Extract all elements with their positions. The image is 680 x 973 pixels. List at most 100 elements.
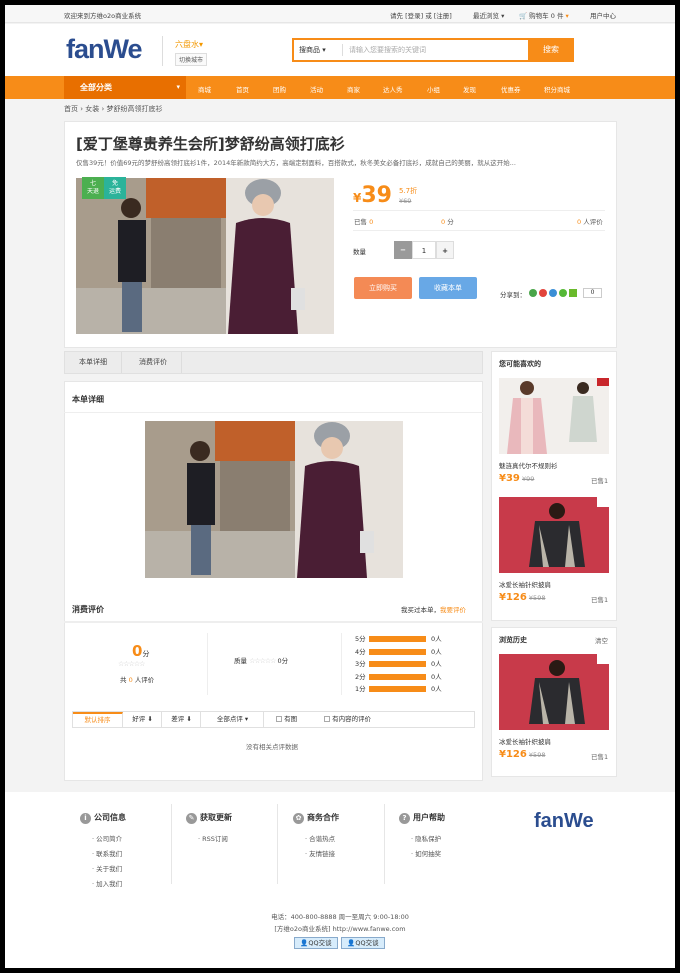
sort-positive-label: 好评 bbox=[132, 715, 146, 723]
switch-city-button[interactable]: 切换城市 bbox=[175, 53, 208, 66]
rating-score: 0 分 bbox=[441, 216, 454, 226]
top-bar: 欢迎来到方维o2o商业系统 请先 [登录] 或 [注册] 最近浏览 ▾ 🛒 购物… bbox=[5, 5, 675, 23]
total-count: 0 bbox=[128, 676, 133, 684]
reviews-title: 消费评价 bbox=[72, 605, 104, 614]
buy-now-button[interactable]: 立即购买 bbox=[354, 277, 412, 299]
history-item-image[interactable] bbox=[499, 654, 609, 730]
checkbox[interactable] bbox=[276, 716, 282, 722]
quantity-input[interactable]: 1 bbox=[412, 241, 436, 259]
footer-link[interactable]: · 如何抽奖 bbox=[411, 848, 499, 858]
footer-link[interactable]: · RSS订阅 bbox=[198, 833, 286, 843]
footer-col-help: ? 用户帮助 · 隐私保护 · 如何抽奖 bbox=[399, 812, 499, 863]
current-city[interactable]: 六盘水▾ bbox=[175, 39, 203, 50]
details-title: 本单详细 bbox=[72, 395, 104, 404]
share-icon-wechat[interactable] bbox=[559, 289, 567, 297]
rating-row-label: 2分 bbox=[355, 672, 366, 681]
recent-views-menu[interactable]: 最近浏览 ▾ bbox=[473, 10, 504, 20]
recommend-item-image[interactable] bbox=[499, 378, 609, 454]
qq-chat-button[interactable]: 👤QQ交谈 bbox=[341, 937, 385, 949]
search-input[interactable]: 请输入您要搜索的关键词 bbox=[349, 45, 426, 55]
recommend-item-name[interactable]: 冰爱长袖针织披肩 bbox=[499, 579, 551, 589]
footer-link[interactable]: · 合谐热点 bbox=[305, 833, 393, 843]
page: 欢迎来到方维o2o商业系统 请先 [登录] 或 [注册] 最近浏览 ▾ 🛒 购物… bbox=[5, 5, 675, 968]
nav-item-groups[interactable]: 小组 bbox=[427, 84, 440, 94]
breadcrumb-category[interactable]: 女装 bbox=[85, 105, 99, 113]
tab-details[interactable]: 本单详细 bbox=[65, 352, 122, 373]
nav-item-home[interactable]: 首页 bbox=[236, 84, 249, 94]
history-title: 浏览历史 bbox=[499, 636, 527, 644]
nav-item-coupons[interactable]: 优惠券 bbox=[501, 84, 521, 94]
divider bbox=[207, 633, 208, 695]
breadcrumb-home[interactable]: 首页 bbox=[64, 105, 78, 113]
search-button[interactable]: 搜索 bbox=[528, 38, 574, 62]
nav-item-mall[interactable]: 商城 bbox=[198, 84, 211, 94]
favorite-button[interactable]: 收藏本单 bbox=[419, 277, 477, 299]
share-icons bbox=[528, 288, 580, 298]
search-category-select[interactable]: 搜商品 ▾ bbox=[299, 45, 326, 55]
recommend-item-price: ¥39 ¥99 bbox=[499, 473, 534, 484]
sold-label: 已售 bbox=[354, 218, 367, 226]
no-reviews-message: 没有相关点评数据 bbox=[246, 743, 298, 751]
clear-history-button[interactable]: 清空 bbox=[595, 635, 608, 645]
review-count-label: 人评价 bbox=[583, 218, 603, 226]
nav-item-stores[interactable]: 商家 bbox=[347, 84, 360, 94]
recommend-item-name[interactable]: 魅涟真代尔不规则衫 bbox=[499, 460, 558, 470]
nav-item-points-mall[interactable]: 积分商城 bbox=[544, 84, 570, 94]
nav-item-group[interactable]: 团购 bbox=[273, 84, 286, 94]
footer-logo: fanWe bbox=[534, 810, 594, 832]
qq-chat-label: QQ交谈 bbox=[355, 939, 379, 947]
footer-link[interactable]: · 关于我们 bbox=[92, 863, 180, 873]
review-count[interactable]: 0 人评价 bbox=[577, 216, 603, 226]
cart-link[interactable]: 🛒 购物车 0 件 ▾ bbox=[519, 10, 569, 20]
nav-item-show[interactable]: 达人秀 bbox=[383, 84, 403, 94]
rating-bar bbox=[369, 648, 426, 655]
footer-link-text: 加入我们 bbox=[96, 880, 123, 888]
help-icon: ? bbox=[399, 813, 410, 824]
recommend-title: 您可能喜欢的 bbox=[499, 360, 541, 368]
filter-with-content[interactable]: 有内容的评价 bbox=[324, 712, 394, 727]
tab-reviews[interactable]: 消费评价 bbox=[125, 352, 182, 373]
sort-positive[interactable]: 好评 ⬇ bbox=[124, 712, 162, 727]
decrease-button[interactable]: − bbox=[394, 241, 412, 259]
login-register-link[interactable]: 请先 [登录] 或 [注册] bbox=[390, 10, 452, 20]
footer-link[interactable]: · 联系我们 bbox=[92, 848, 180, 858]
qq-chat-button[interactable]: 👤QQ交谈 bbox=[294, 937, 338, 949]
handshake-icon: ✿ bbox=[293, 813, 304, 824]
recent-views-label: 最近浏览 bbox=[473, 12, 499, 20]
seven-day-return-badge: 七天退 bbox=[82, 177, 104, 199]
recommend-item-sold: 已售1 bbox=[591, 477, 609, 485]
share-icon-tqq[interactable] bbox=[549, 289, 557, 297]
sort-default[interactable]: 默认排序 bbox=[73, 712, 123, 727]
nav-item-discover[interactable]: 发现 bbox=[463, 84, 476, 94]
logo-text: fanWe bbox=[66, 34, 143, 64]
price-number: 126 bbox=[505, 592, 527, 603]
sort-negative[interactable]: 差评 ⬇ bbox=[163, 712, 201, 727]
share-icon-more[interactable] bbox=[569, 289, 577, 297]
breadcrumb: 首页 › 女装 › 梦舒纷高领打底衫 bbox=[64, 104, 163, 114]
history-item-price: ¥126 ¥598 bbox=[499, 749, 545, 760]
footer-link[interactable]: · 友情链接 bbox=[305, 848, 393, 858]
footer-link[interactable]: · 公司简介 bbox=[92, 833, 180, 843]
caret-down-icon: ▾ bbox=[199, 40, 204, 49]
checkbox[interactable] bbox=[324, 716, 330, 722]
rating-row: 2分 0人 bbox=[355, 672, 455, 682]
divider bbox=[353, 230, 605, 231]
write-review-link[interactable]: 我要评价 bbox=[440, 606, 466, 614]
footer-link[interactable]: · 加入我们 bbox=[92, 878, 180, 888]
price-value: ¥39 bbox=[499, 473, 520, 484]
nav-item-events[interactable]: 活动 bbox=[310, 84, 323, 94]
site-logo[interactable]: fanWe bbox=[66, 34, 143, 65]
all-categories-menu[interactable]: 全部分类 ▾ bbox=[64, 76, 186, 99]
footer-link[interactable]: · 隐私保护 bbox=[411, 833, 499, 843]
user-center-link[interactable]: 用户中心 bbox=[590, 10, 616, 20]
history-item-name[interactable]: 冰爱长袖针织披肩 bbox=[499, 736, 551, 746]
product-image[interactable] bbox=[76, 178, 334, 334]
increase-button[interactable]: + bbox=[436, 241, 454, 259]
share-icon-weibo[interactable] bbox=[539, 289, 547, 297]
free-shipping-badge: 免运费 bbox=[104, 177, 126, 199]
share-icon-qzone[interactable] bbox=[529, 289, 537, 297]
filter-all-reviews[interactable]: 全部点评 ▾ bbox=[202, 712, 264, 727]
caret-down-icon: ▾ bbox=[322, 46, 326, 54]
filter-with-images[interactable]: 有图 bbox=[276, 712, 316, 727]
recommend-item-image[interactable] bbox=[499, 497, 609, 573]
